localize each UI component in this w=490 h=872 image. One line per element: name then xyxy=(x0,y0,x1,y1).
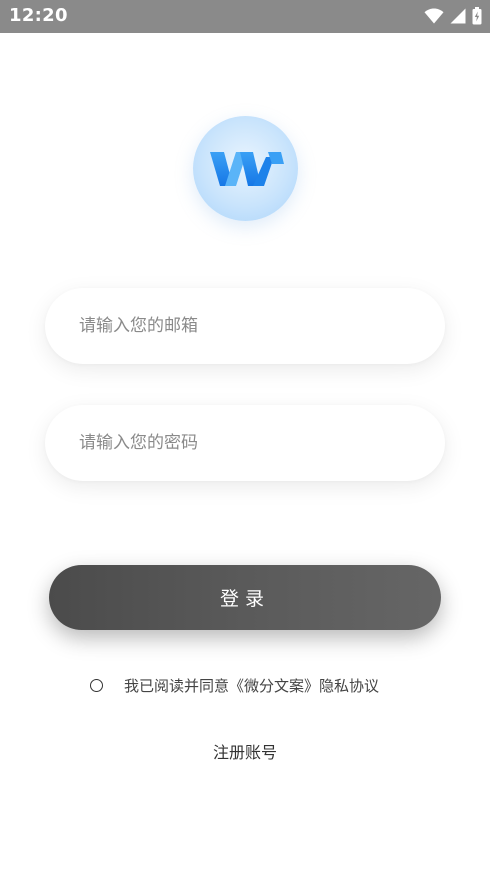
battery-icon xyxy=(472,7,482,25)
password-field[interactable] xyxy=(45,405,445,481)
register-link[interactable]: 注册账号 xyxy=(213,743,277,762)
email-input[interactable] xyxy=(45,288,445,364)
register-container: 注册账号 xyxy=(0,739,490,763)
agreement-radio[interactable] xyxy=(90,678,103,692)
agreement-text[interactable]: 我已阅读并同意《微分文案》隐私协议 xyxy=(124,675,379,696)
password-input[interactable] xyxy=(45,405,445,481)
login-button[interactable]: 登录 xyxy=(49,565,441,630)
app-logo xyxy=(193,116,298,221)
login-screen: 12:20 请输入您的邮箱 登录 我已阅读并同意《微分文案》隐私协议 注册账号 xyxy=(0,0,490,872)
status-bar: 12:20 xyxy=(0,0,490,33)
app-logo-w-icon xyxy=(210,152,284,186)
status-time: 12:20 xyxy=(9,5,68,26)
email-field[interactable] xyxy=(45,288,445,364)
signal-icon xyxy=(450,8,466,24)
agreement-row: 我已阅读并同意《微分文案》隐私协议 xyxy=(88,674,379,696)
wifi-icon xyxy=(424,8,444,24)
status-icons xyxy=(424,6,482,26)
